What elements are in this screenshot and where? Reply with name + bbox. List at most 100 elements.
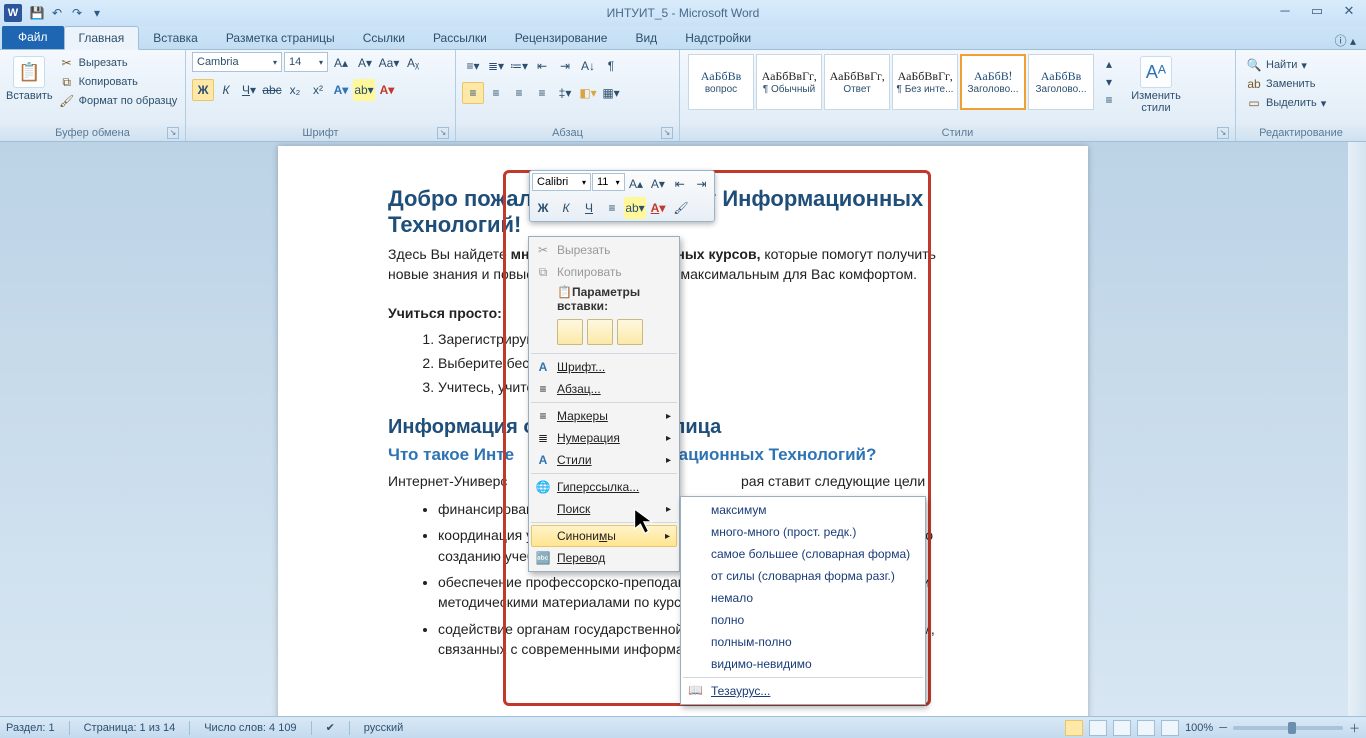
style-item-3[interactable]: АаБбВвГг,¶ Без инте... [892,54,958,110]
gallery-more-icon[interactable]: ≡ [1098,92,1120,108]
synonym-item[interactable]: много-много (прост. редк.) [683,521,923,543]
gallery-down-icon[interactable]: ▾ [1098,74,1120,90]
qat-dropdown-icon[interactable]: ▾ [88,4,106,22]
paste-text-only-icon[interactable] [617,319,643,345]
status-page[interactable]: Страница: 1 из 14 [84,722,176,734]
ctx-paragraph[interactable]: ≡Абзац... [531,378,677,400]
numbering-button[interactable]: ≣▾ [485,55,507,77]
web-view-button[interactable] [1113,720,1131,736]
ctx-lookup[interactable]: Поиск▸ [531,498,677,520]
mini-highlight-button[interactable]: ab▾ [624,197,646,219]
draft-view-button[interactable] [1161,720,1179,736]
align-center-button[interactable]: ≡ [485,82,507,104]
style-item-5[interactable]: АаБбВвЗаголово... [1028,54,1094,110]
zoom-out-button[interactable]: ─ [1219,722,1227,734]
clear-format-icon[interactable]: Aᵪ [402,52,424,74]
mini-italic-button[interactable]: К [555,197,577,219]
bold-button[interactable]: Ж [192,79,214,101]
line-spacing-button[interactable]: ‡▾ [554,82,576,104]
sort-button[interactable]: A↓ [577,55,599,77]
style-item-1[interactable]: АаБбВвГг,¶ Обычный [756,54,822,110]
ctx-translate[interactable]: 🔤Перевод [531,547,677,569]
multilevel-button[interactable]: ≔▾ [508,55,530,77]
thesaurus-item[interactable]: 📖Тезаурус... [683,680,923,702]
superscript-button[interactable]: x² [307,79,329,101]
italic-button[interactable]: К [215,79,237,101]
outline-view-button[interactable] [1137,720,1155,736]
font-name-combo[interactable]: Cambria▾ [192,52,282,72]
ctx-cut[interactable]: ✂Вырезать [531,239,677,261]
tab-references[interactable]: Ссылки [349,27,419,49]
inc-indent-button[interactable]: ⇥ [554,55,576,77]
find-button[interactable]: 🔍Найти ▾ [1242,56,1330,74]
tab-mailings[interactable]: Рассылки [419,27,501,49]
synonym-item[interactable]: от силы (словарная форма разг.) [683,565,923,587]
mini-inc-indent-icon[interactable]: ⇥ [691,173,712,195]
style-item-2[interactable]: АаБбВвГг,Ответ [824,54,890,110]
fullscreen-view-button[interactable] [1089,720,1107,736]
ctx-synonyms[interactable]: Синонимы▸ [531,525,677,547]
show-marks-button[interactable]: ¶ [600,55,622,77]
tab-insert[interactable]: Вставка [139,27,212,49]
synonym-item[interactable]: полным-полно [683,631,923,653]
mini-font-combo[interactable]: Calibri▾ [532,173,591,191]
style-item-0[interactable]: АаБбВввопрос [688,54,754,110]
tab-review[interactable]: Рецензирование [501,27,622,49]
zoom-in-button[interactable]: ＋ [1349,720,1360,736]
redo-icon[interactable]: ↷ [68,4,86,22]
format-painter-button[interactable]: 🖌Формат по образцу [55,92,182,110]
tab-layout[interactable]: Разметка страницы [212,27,349,49]
font-color-button[interactable]: A▾ [376,79,398,101]
vertical-scrollbar[interactable] [1348,142,1366,716]
status-zoom[interactable]: 100% [1185,722,1213,734]
gallery-up-icon[interactable]: ▴ [1098,56,1120,72]
align-left-button[interactable]: ≡ [462,82,484,104]
mini-fontcolor-button[interactable]: A▾ [647,197,669,219]
replace-button[interactable]: abЗаменить [1242,75,1330,93]
synonym-item[interactable]: максимум [683,499,923,521]
bullets-button[interactable]: ≡▾ [462,55,484,77]
shading-button[interactable]: ◧▾ [577,82,599,104]
tab-view[interactable]: Вид [621,27,671,49]
ribbon-collapse-icon[interactable]: ⓘ ▴ [1325,32,1366,49]
strike-button[interactable]: abc [261,79,283,101]
justify-button[interactable]: ≡ [531,82,553,104]
status-language[interactable]: русский [364,722,403,734]
align-right-button[interactable]: ≡ [508,82,530,104]
subscript-button[interactable]: x₂ [284,79,306,101]
close-button[interactable]: ✕ [1338,3,1360,17]
mini-center-button[interactable]: ≡ [601,197,623,219]
synonym-item[interactable]: видимо-невидимо [683,653,923,675]
ctx-hyperlink[interactable]: 🌐Гиперссылка... [531,476,677,498]
font-dialog-icon[interactable]: ↘ [437,127,449,139]
grow-font-icon[interactable]: A▴ [330,52,352,74]
synonym-item[interactable]: самое большее (словарная форма) [683,543,923,565]
mini-dec-indent-icon[interactable]: ⇤ [669,173,690,195]
underline-button[interactable]: Ч▾ [238,79,260,101]
save-icon[interactable]: 💾 [28,4,46,22]
mini-bold-button[interactable]: Ж [532,197,554,219]
select-button[interactable]: ▭Выделить ▾ [1242,94,1330,112]
styles-gallery[interactable]: АаБбВввопрос АаБбВвГг,¶ Обычный АаБбВвГг… [686,52,1122,112]
mini-shrink-icon[interactable]: A▾ [647,173,668,195]
mini-grow-icon[interactable]: A▴ [626,173,647,195]
paste-keep-source-icon[interactable] [557,319,583,345]
paragraph-dialog-icon[interactable]: ↘ [661,127,673,139]
text-effects-icon[interactable]: A▾ [330,79,352,101]
paste-merge-icon[interactable] [587,319,613,345]
print-layout-view-button[interactable] [1065,720,1083,736]
cut-button[interactable]: ✂Вырезать [55,54,182,72]
ctx-bullets[interactable]: ≡Маркеры▸ [531,405,677,427]
tab-file[interactable]: Файл [2,25,64,49]
change-case-icon[interactable]: Aa▾ [378,52,400,74]
zoom-slider[interactable] [1233,726,1343,730]
spell-check-icon[interactable]: ✔ [326,721,335,734]
status-section[interactable]: Раздел: 1 [6,722,55,734]
ctx-numbering[interactable]: ≣Нумерация▸ [531,427,677,449]
copy-button[interactable]: ⧉Копировать [55,73,182,91]
synonym-item[interactable]: немало [683,587,923,609]
shrink-font-icon[interactable]: A▾ [354,52,376,74]
synonym-item[interactable]: полно [683,609,923,631]
restore-button[interactable]: ▭ [1306,3,1328,17]
clipboard-dialog-icon[interactable]: ↘ [167,127,179,139]
